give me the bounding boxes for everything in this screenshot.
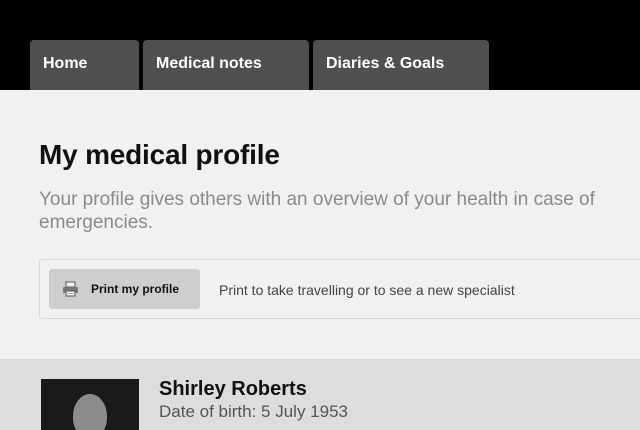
top-navigation-bar: Home Medical notes Diaries & Goals bbox=[0, 0, 640, 90]
profile-date-of-birth: Date of birth: 5 July 1953 bbox=[159, 402, 349, 421]
print-profile-button[interactable]: Print my profile bbox=[49, 269, 200, 309]
tab-medical-notes[interactable]: Medical notes bbox=[143, 40, 309, 90]
tab-diaries-goals-label: Diaries & Goals bbox=[326, 55, 445, 72]
user-silhouette-icon bbox=[73, 394, 107, 430]
tab-home[interactable]: Home bbox=[30, 40, 139, 90]
tab-home-label: Home bbox=[43, 55, 88, 72]
profile-summary: Shirley Roberts Date of birth: 5 July 19… bbox=[0, 359, 640, 430]
printer-icon bbox=[63, 281, 78, 297]
print-hint-text: Print to take travelling or to see a new… bbox=[219, 282, 515, 298]
avatar bbox=[41, 379, 139, 430]
print-panel: Print my profile Print to take travellin… bbox=[39, 259, 640, 319]
page-intro: Your profile gives others with an overvi… bbox=[39, 189, 595, 233]
print-profile-label: Print my profile bbox=[91, 282, 180, 296]
tab-medical-notes-label: Medical notes bbox=[156, 55, 262, 72]
tab-diaries-goals[interactable]: Diaries & Goals bbox=[313, 40, 489, 90]
page-title: My medical profile bbox=[39, 139, 280, 170]
profile-name: Shirley Roberts bbox=[159, 378, 307, 400]
